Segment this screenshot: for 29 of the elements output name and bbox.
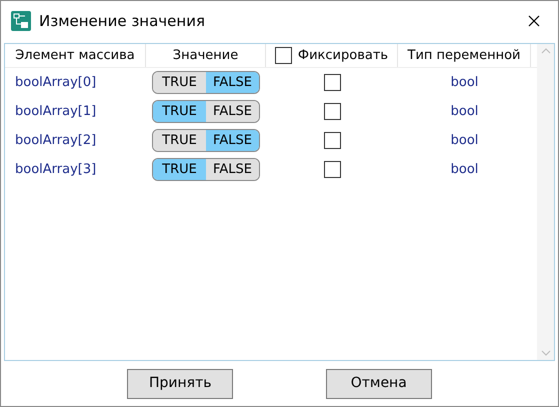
true-toggle[interactable]: TRUE xyxy=(153,159,206,180)
false-toggle[interactable]: FALSE xyxy=(206,101,259,122)
true-toggle[interactable]: TRUE xyxy=(153,130,206,151)
table-cell-text: boolArray[3] xyxy=(15,160,96,179)
table-cell-text: bool xyxy=(450,132,478,150)
true-toggle[interactable]: TRUE xyxy=(153,72,206,93)
table-cell-text: boolArray[0] xyxy=(15,74,96,92)
header-checkbox[interactable] xyxy=(274,47,292,64)
column-header: Фиксировать xyxy=(298,46,388,65)
false-toggle[interactable]: FALSE xyxy=(206,72,259,93)
table-cell-text: boolArray[1] xyxy=(15,102,96,121)
column-header: Элемент массива xyxy=(15,46,135,65)
checkbox[interactable] xyxy=(324,74,340,91)
app-icon xyxy=(11,11,31,31)
column-header: Тип переменной xyxy=(408,46,520,65)
checkbox[interactable] xyxy=(324,161,340,178)
cancel-button[interactable]: Отмена xyxy=(326,368,432,398)
column-header: Значение xyxy=(172,46,238,65)
accept-button[interactable]: Принять xyxy=(127,368,234,398)
table-cell-text: boolArray[2] xyxy=(15,132,96,150)
checkbox[interactable] xyxy=(324,103,340,120)
true-toggle[interactable]: TRUE xyxy=(153,101,206,122)
window-title: Изменение значения xyxy=(39,10,205,32)
false-toggle[interactable]: FALSE xyxy=(206,130,259,151)
false-toggle[interactable]: FALSE xyxy=(206,159,259,180)
table-cell-text: bool xyxy=(450,74,478,92)
checkbox[interactable] xyxy=(324,132,340,149)
table-cell-text: bool xyxy=(450,102,478,121)
table-cell-text: bool xyxy=(450,160,478,179)
